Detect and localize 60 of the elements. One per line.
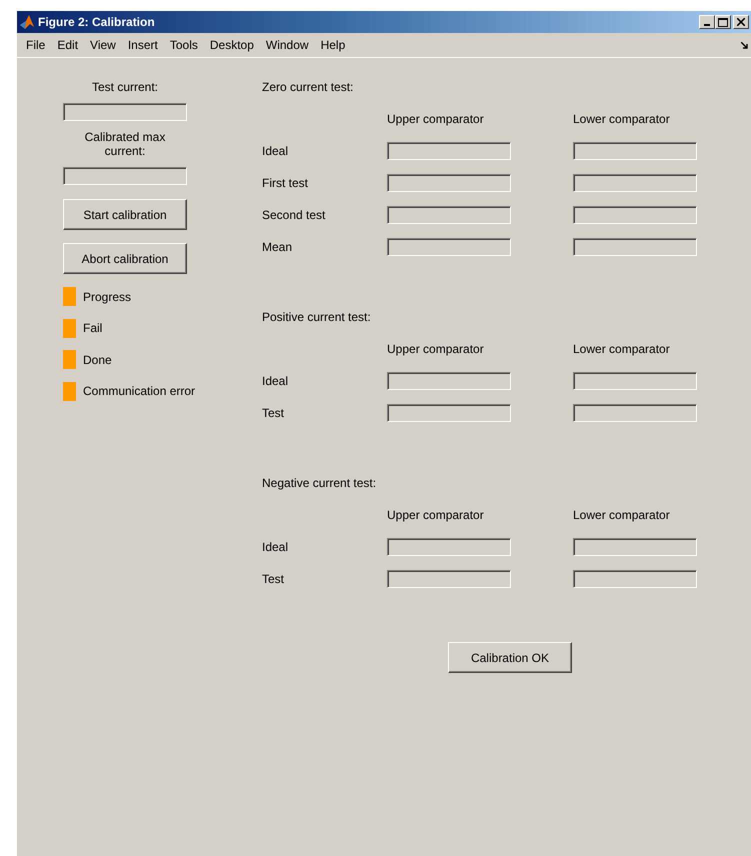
- close-button[interactable]: [733, 15, 749, 29]
- indicator-label: Communication error: [83, 384, 196, 398]
- menu-item[interactable]: File: [20, 38, 52, 52]
- row-label: Test: [262, 406, 286, 420]
- input-field[interactable]: [387, 206, 511, 224]
- indicator-label: Fail: [83, 321, 102, 336]
- menu-item[interactable]: View: [84, 38, 122, 52]
- indicator-label: Progress: [83, 290, 132, 304]
- calibration-ok-button[interactable]: Calibration OK: [448, 642, 572, 673]
- input-field[interactable]: [573, 538, 697, 556]
- section-title: Positive current test:: [262, 310, 372, 324]
- input-field[interactable]: [387, 142, 511, 160]
- start-button[interactable]: Start calibration: [63, 199, 187, 230]
- window-title: Figure 2: Calibration: [38, 15, 156, 29]
- input-field[interactable]: [573, 142, 697, 160]
- maximize-button[interactable]: [715, 15, 731, 29]
- indicator-label: Done: [83, 352, 112, 367]
- input-field[interactable]: [63, 103, 187, 121]
- maximize-icon: [718, 18, 728, 26]
- section-title: Negative current test:: [262, 476, 378, 490]
- menu-item[interactable]: Insert: [122, 38, 164, 52]
- input-field[interactable]: [63, 167, 187, 185]
- minimize-button[interactable]: [699, 15, 715, 29]
- column-header: Lower comparator: [573, 342, 671, 356]
- input-field[interactable]: [387, 174, 511, 192]
- menu-item[interactable]: Tools: [164, 38, 204, 52]
- row-label: Second test: [262, 208, 326, 222]
- row-label: Test: [262, 572, 286, 586]
- input-field[interactable]: [573, 570, 697, 588]
- section-title: Zero current test:: [262, 80, 354, 94]
- app-icon: [19, 14, 35, 30]
- input-field[interactable]: [573, 238, 697, 256]
- input-field[interactable]: [387, 404, 511, 422]
- column-header: Upper comparator: [387, 508, 485, 522]
- abort-button[interactable]: Abort calibration: [63, 243, 187, 274]
- input-field[interactable]: [387, 570, 511, 588]
- input-field[interactable]: [573, 404, 697, 422]
- row-label: Ideal: [262, 374, 290, 388]
- input-field[interactable]: [573, 174, 697, 192]
- input-field[interactable]: [573, 206, 697, 224]
- input-field[interactable]: [387, 372, 511, 390]
- column-header: Lower comparator: [573, 508, 671, 522]
- field-label: Test current:: [92, 80, 158, 94]
- column-header: Upper comparator: [387, 112, 485, 126]
- menu-item[interactable]: Desktop: [204, 38, 260, 52]
- field-label: Calibrated max current:: [84, 130, 166, 158]
- menu-item[interactable]: Window: [260, 38, 315, 52]
- column-header: Lower comparator: [573, 112, 671, 126]
- row-label: First test: [262, 176, 310, 190]
- row-label: Ideal: [262, 540, 290, 554]
- row-label: Ideal: [262, 144, 290, 158]
- input-field[interactable]: [387, 538, 511, 556]
- close-icon: [737, 18, 745, 26]
- menu-item[interactable]: Help: [314, 38, 352, 52]
- column-header: Upper comparator: [387, 342, 485, 356]
- row-label: Mean: [262, 240, 294, 254]
- input-field[interactable]: [573, 372, 697, 390]
- menu-item[interactable]: Edit: [51, 38, 84, 52]
- input-field[interactable]: [387, 238, 511, 256]
- dock-arrow-icon[interactable]: [741, 42, 748, 49]
